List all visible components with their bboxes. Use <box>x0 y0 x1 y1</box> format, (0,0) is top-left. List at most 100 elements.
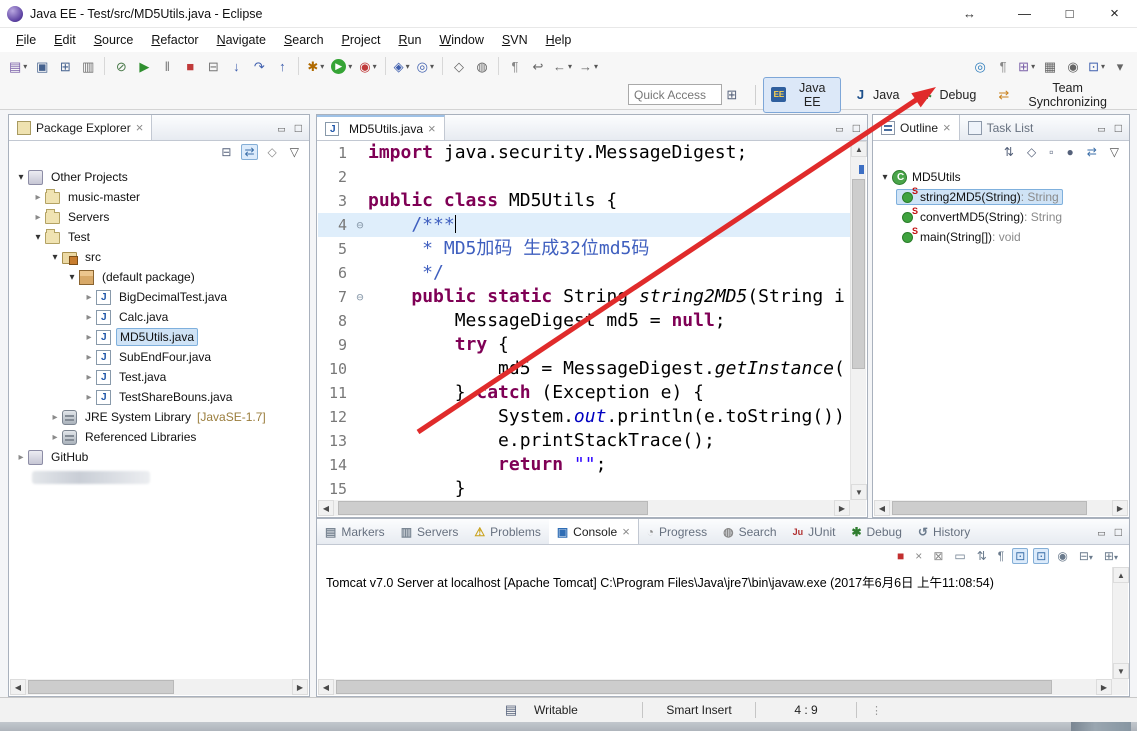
close-button[interactable]: × <box>1092 0 1137 27</box>
code-editor[interactable]: 1 import java.security.MessageDigest; 2 3 pu… <box>318 141 850 500</box>
scrollbar-thumb[interactable] <box>892 501 1088 515</box>
word-wrap-icon[interactable]: ¶ <box>995 548 1007 564</box>
code-line-2[interactable]: 2 <box>318 165 850 189</box>
expander-collapsed-icon[interactable]: ▸ <box>82 292 96 303</box>
tree-item-test[interactable]: ▾ Test <box>10 227 308 247</box>
expander-collapsed-icon[interactable]: ▸ <box>82 312 96 323</box>
show-whitespace-icon[interactable]: ¶ <box>992 54 1014 78</box>
expander-collapsed-icon[interactable]: ▸ <box>82 372 96 383</box>
expander-expanded-icon[interactable]: ▾ <box>48 252 62 263</box>
expander-collapsed-icon[interactable]: ▸ <box>82 352 96 363</box>
tree-item-referenced-libraries[interactable]: ▸ Referenced Libraries <box>10 427 308 447</box>
maximize-view-icon[interactable] <box>295 121 302 135</box>
tree-item-bigdecimaltest-java[interactable]: ▸ BigDecimalTest.java <box>10 287 308 307</box>
skip-all-breakpoints-icon[interactable]: ⊘ <box>110 54 132 78</box>
tree-item-redacted[interactable] <box>10 467 308 487</box>
display-selected-console-icon[interactable]: ⊟▾ <box>1076 548 1096 564</box>
fold-marker-icon[interactable]: ⊖ <box>352 285 368 309</box>
open-type-icon[interactable]: ◇ <box>448 54 470 78</box>
scroll-down-icon[interactable] <box>851 484 867 500</box>
scroll-right-icon[interactable] <box>1096 679 1112 695</box>
scroll-right-icon[interactable] <box>1112 500 1128 516</box>
vertical-scrollbar[interactable] <box>1112 567 1129 679</box>
coverage-icon[interactable]: ◉ ▾ <box>356 54 379 78</box>
fold-marker-icon[interactable]: ⊖ <box>352 213 368 237</box>
maximize-view-icon[interactable] <box>853 121 860 135</box>
code-line-4[interactable]: 4 ⊖ /*** <box>318 213 850 237</box>
remove-all-terminated-icon[interactable]: ⊠ <box>930 548 946 564</box>
scrollbar-thumb[interactable] <box>852 179 865 369</box>
tree-item-default-package[interactable]: ▾ (default package) <box>10 267 308 287</box>
scrollbar-thumb[interactable] <box>338 501 648 515</box>
code-line-5[interactable]: 5 * MD5加码 生成32位md5码 <box>318 237 850 261</box>
scroll-right-icon[interactable] <box>292 679 308 695</box>
code-line-10[interactable]: 10 md5 = MessageDigest.getInstance( <box>318 357 850 381</box>
hide-static-icon[interactable]: ▫ <box>1046 144 1056 160</box>
code-line-9[interactable]: 9 try { <box>318 333 850 357</box>
console-output[interactable]: Tomcat v7.0 Server at localhost [Apache … <box>318 567 1112 679</box>
outline-item-convertmd5-string[interactable]: convertMD5(String) : String <box>874 207 1128 227</box>
tree-item-github[interactable]: ▸ GitHub <box>10 447 308 467</box>
tree-item-other-projects[interactable]: ▾ Other Projects <box>10 167 308 187</box>
tree-item-calc-java[interactable]: ▸ Calc.java <box>10 307 308 327</box>
expander-collapsed-icon[interactable]: ▸ <box>14 452 28 463</box>
menu-project[interactable]: Project <box>334 30 389 50</box>
menu-refactor[interactable]: Refactor <box>143 30 206 50</box>
console-tab-markers[interactable]: ▤ Markers <box>317 519 393 544</box>
scroll-left-icon[interactable] <box>318 679 334 695</box>
close-icon[interactable] <box>136 120 144 135</box>
open-perspective-icon[interactable] <box>722 83 747 107</box>
minimize-view-icon[interactable] <box>835 121 844 135</box>
remove-launch-icon[interactable]: × <box>912 548 925 564</box>
last-edit-location-icon[interactable]: ↩ <box>527 54 549 78</box>
horizontal-scrollbar[interactable] <box>10 679 308 695</box>
maximize-view-icon[interactable] <box>1115 121 1122 135</box>
pin-editor-icon[interactable]: ◉ <box>1062 54 1084 78</box>
outline-item-md5utils[interactable]: ▾ MD5Utils <box>874 167 1128 187</box>
tab-task-list[interactable]: Task List <box>960 115 1042 140</box>
expander-collapsed-icon[interactable]: ▸ <box>82 392 96 403</box>
horizontal-scrollbar[interactable] <box>874 500 1128 516</box>
terminate-icon[interactable]: ■ <box>894 548 907 564</box>
scroll-lock-icon[interactable]: ⇅ <box>974 548 990 564</box>
menu-svn[interactable]: SVN <box>494 30 536 50</box>
scroll-right-icon[interactable] <box>834 500 850 516</box>
step-return-icon[interactable]: ↑ <box>271 54 293 78</box>
close-icon[interactable] <box>943 120 951 135</box>
sort-icon[interactable]: ⇅ <box>1001 144 1017 160</box>
view-menu-icon[interactable]: ▽ <box>287 144 302 160</box>
perspective-java[interactable]: Java <box>845 83 907 106</box>
minimize-view-icon[interactable] <box>1097 121 1106 135</box>
menu-window[interactable]: Window <box>431 30 491 50</box>
expander-expanded-icon[interactable]: ▾ <box>31 232 45 243</box>
code-line-3[interactable]: 3 public class MD5Utils { <box>318 189 850 213</box>
new-icon[interactable]: ▤ ▾ <box>6 54 30 78</box>
code-line-13[interactable]: 13 e.printStackTrace(); <box>318 429 850 453</box>
code-line-14[interactable]: 14 return ""; <box>318 453 850 477</box>
scroll-left-icon[interactable] <box>874 500 890 516</box>
perspective-java-ee[interactable]: Java EE <box>763 76 842 113</box>
back-icon[interactable]: ← ▾ <box>550 54 575 78</box>
perspective-team-synchronizing[interactable]: Team Synchronizing <box>988 77 1127 113</box>
menu-navigate[interactable]: Navigate <box>209 30 274 50</box>
tab-md5utils-java[interactable]: MD5Utils.java <box>317 115 445 140</box>
terminate-icon[interactable]: ■ <box>179 54 201 78</box>
console-tab-debug[interactable]: ✱ Debug <box>843 519 909 544</box>
minimize-button[interactable]: — <box>1002 0 1047 27</box>
close-icon[interactable] <box>622 524 630 539</box>
web-page-icon[interactable]: ◎ <box>969 54 991 78</box>
step-into-icon[interactable]: ↓ <box>225 54 247 78</box>
web-browser-icon[interactable]: ◎ ▾ <box>414 54 437 78</box>
menu-file[interactable]: File <box>8 30 44 50</box>
expander-collapsed-icon[interactable]: ▸ <box>82 332 96 343</box>
console-tab-progress[interactable]: ◔ Progress <box>639 519 715 544</box>
pin-console-icon[interactable]: ◉ <box>1054 548 1070 564</box>
expander-expanded-icon[interactable]: ▾ <box>14 172 28 183</box>
expander-expanded-icon[interactable]: ▾ <box>65 272 79 283</box>
console-tab-servers[interactable]: ▥ Servers <box>393 519 467 544</box>
more-toolbar-items-icon[interactable]: ▾ <box>1109 54 1131 78</box>
horizontal-scrollbar[interactable] <box>318 500 850 516</box>
hide-fields-icon[interactable]: ◇ <box>1024 144 1039 160</box>
expander-collapsed-icon[interactable]: ▸ <box>31 212 45 223</box>
view-menu-icon[interactable]: ▽ <box>1107 144 1122 160</box>
